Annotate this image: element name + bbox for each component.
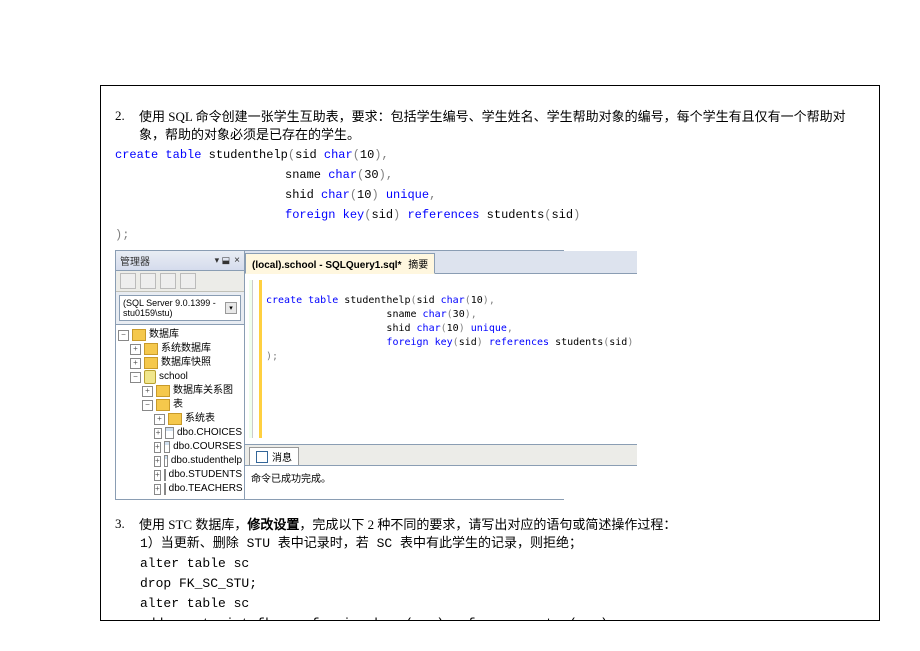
connection-row[interactable]: (SQL Server 9.0.1399 - stu0159\stu) ▾ (119, 295, 241, 321)
explorer-title-bar: 管理器 ▾ ⬓ × (116, 251, 244, 271)
messages-body: 命令已成功完成。 (245, 466, 637, 499)
message-icon (256, 451, 268, 463)
tb-btn-1[interactable] (120, 273, 136, 289)
q3-sub1: 1）当更新、删除 STU 表中记录时，若 SC 表中有此学生的记录，则拒绝； (115, 534, 865, 554)
tree-sysdb[interactable]: +系统数据库 (118, 342, 242, 356)
connection-label: (SQL Server 9.0.1399 - stu0159\stu) (123, 298, 223, 318)
tb-btn-3[interactable] (160, 273, 176, 289)
sql-editor[interactable]: create table studenthelp(sid char(10), s… (245, 274, 637, 445)
q3-code1: alter table sc (115, 554, 865, 574)
tree-choices[interactable]: +dbo.CHOICES (118, 426, 242, 440)
content-frame: 2. 使用 SQL 命令创建一张学生互助表，要求：包括学生编号、学生姓名、学生帮… (100, 85, 880, 621)
q2-number: 2. (115, 108, 133, 144)
tree-studenthelp[interactable]: +dbo.studenthelp (118, 454, 242, 468)
tree: −数据库 +系统数据库 +数据库快照 −school +数据库关系图 −表 +系… (116, 324, 244, 499)
query-tab[interactable]: (local).school - SQLQuery1.sql* 摘要 (245, 253, 435, 274)
tree-courses[interactable]: +dbo.COURSES (118, 440, 242, 454)
tree-snapshot[interactable]: +数据库快照 (118, 356, 242, 370)
question-2: 2. 使用 SQL 命令创建一张学生互助表，要求：包括学生编号、学生姓名、学生帮… (115, 108, 865, 144)
q3-code4: add constraint fk_sno foreign key (sno) … (115, 614, 865, 621)
q3-code3: alter table sc (115, 594, 865, 614)
tree-teachers[interactable]: +dbo.TEACHERS (118, 482, 242, 496)
q2-sql-l3: shid char(10) unique, (115, 186, 865, 204)
tb-btn-2[interactable] (140, 273, 156, 289)
q3-number: 3. (115, 516, 133, 534)
pin-icon[interactable]: ▾ ⬓ (215, 255, 231, 266)
messages-tab[interactable]: 消息 (249, 447, 299, 465)
tree-systables[interactable]: +系统表 (118, 412, 242, 426)
q3-code2: drop FK_SC_STU; (115, 574, 865, 594)
explorer-title: 管理器 (120, 253, 150, 268)
tree-tables[interactable]: −表 (118, 398, 242, 412)
close-icon[interactable]: × (234, 255, 240, 266)
explorer-toolbar (116, 271, 244, 292)
question-3: 3. 使用 STC 数据库，修改设置，完成以下 2 种不同的要求，请写出对应的语… (115, 516, 865, 534)
dropdown-icon[interactable]: ▾ (225, 302, 237, 314)
q3-text: 使用 STC 数据库，修改设置，完成以下 2 种不同的要求，请写出对应的语句或简… (139, 516, 865, 534)
tab-bar: (local).school - SQLQuery1.sql* 摘要 (245, 251, 637, 274)
tree-diagram[interactable]: +数据库关系图 (118, 384, 242, 398)
q2-sql: create table studenthelp(sid char(10), (115, 146, 865, 164)
q2-text: 使用 SQL 命令创建一张学生互助表，要求：包括学生编号、学生姓名、学生帮助对象… (139, 108, 865, 144)
object-explorer: 管理器 ▾ ⬓ × (SQL Server 9.0.1399 - stu0159… (116, 251, 245, 499)
tree-databases[interactable]: −数据库 (118, 328, 242, 342)
messages-tab-bar: 消息 (245, 445, 637, 466)
tb-btn-4[interactable] (180, 273, 196, 289)
tree-students[interactable]: +dbo.STUDENTS (118, 468, 242, 482)
q2-sql-l4: foreign key(sid) references students(sid… (115, 206, 865, 224)
tree-school[interactable]: −school (118, 370, 242, 384)
q2-sql-l2: sname char(30), (115, 166, 865, 184)
ssms-screenshot: 管理器 ▾ ⬓ × (SQL Server 9.0.1399 - stu0159… (115, 250, 564, 500)
q2-sql-l5: ); (115, 226, 865, 244)
document-page: 2. 使用 SQL 命令创建一张学生互助表，要求：包括学生编号、学生姓名、学生帮… (0, 0, 920, 651)
editor-pane: (local).school - SQLQuery1.sql* 摘要 creat… (245, 251, 637, 499)
